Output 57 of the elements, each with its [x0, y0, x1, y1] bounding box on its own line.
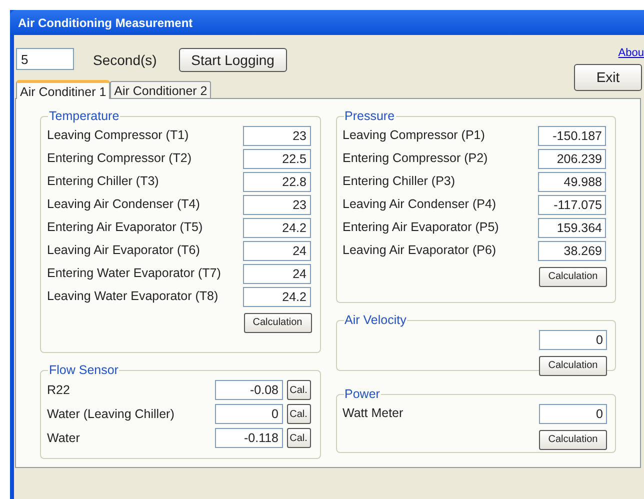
value-field[interactable]: 23: [242, 194, 310, 215]
exit-button[interactable]: Exit: [574, 64, 642, 91]
interval-field[interactable]: 5: [16, 48, 74, 70]
value-field[interactable]: 22.8: [242, 172, 310, 192]
tab[interactable]: Air Conditioner 2: [110, 81, 212, 98]
field-label: Leaving Compressor (P1): [342, 127, 485, 144]
calculation-button[interactable]: Calculation: [244, 312, 312, 333]
field-label: Leaving Compressor (T1): [47, 127, 189, 144]
field-label: Entering Compressor (T2): [47, 150, 192, 168]
value-field[interactable]: -117.075: [538, 194, 606, 215]
start-logging-button[interactable]: Start Logging: [178, 48, 287, 72]
tab[interactable]: Air Conditiner 1: [16, 80, 110, 99]
field-label: Entering Water Evaporator (T7): [47, 265, 221, 282]
value-field[interactable]: -150.187: [538, 126, 606, 146]
group-title: Temperature: [48, 108, 120, 125]
value-field[interactable]: 0: [539, 330, 607, 350]
value-field[interactable]: 22.5: [242, 148, 310, 169]
field-label: Leaving Water Evaporator (T8): [47, 288, 218, 306]
value-field[interactable]: 0: [214, 404, 282, 424]
field-label: Entering Air Evaporator (T5): [47, 219, 203, 236]
field-label: Leaving Air Condenser (P4): [342, 196, 496, 214]
cal-button[interactable]: Cal.: [286, 428, 310, 448]
value-field[interactable]: 23: [242, 126, 310, 146]
window-title: Air Conditioning Measurement: [18, 14, 193, 32]
value-field[interactable]: 206.239: [538, 148, 606, 169]
field-label: Leaving Air Evaporator (P6): [342, 242, 496, 260]
value-field[interactable]: 38.269: [538, 240, 606, 261]
group-title: Air Velocity: [344, 312, 408, 329]
calculation-button[interactable]: Calculation: [539, 356, 607, 376]
field-label: Entering Air Evaporator (P5): [342, 219, 499, 236]
group-title: Power: [344, 386, 381, 403]
cal-button[interactable]: Cal.: [286, 380, 310, 400]
field-label: Water: [47, 430, 80, 447]
field-label: Water (Leaving Chiller): [47, 406, 174, 423]
value-field[interactable]: 24.2: [242, 286, 310, 307]
field-label: Entering Chiller (P3): [342, 173, 456, 190]
value-field[interactable]: 0: [539, 404, 607, 424]
field-label: Watt Meter: [342, 405, 404, 422]
value-field[interactable]: 159.364: [538, 218, 606, 238]
group-title: Pressure: [344, 108, 396, 125]
field-label: Leaving Air Evaporator (T6): [47, 242, 200, 260]
calculation-button[interactable]: Calculation: [539, 430, 607, 450]
value-field[interactable]: -0.118: [214, 428, 282, 448]
field-label: Entering Chiller (T3): [47, 173, 159, 190]
value-field[interactable]: 49.988: [538, 172, 606, 192]
field-label: Leaving Air Condenser (T4): [47, 196, 200, 214]
value-field[interactable]: 24: [242, 264, 310, 284]
value-field[interactable]: 24.2: [242, 218, 310, 238]
group-title: Flow Sensor: [48, 362, 120, 379]
unit-label: Second(s): [93, 51, 157, 70]
value-field[interactable]: 24: [242, 240, 310, 261]
cal-button[interactable]: Cal.: [286, 404, 310, 424]
field-label: Entering Compressor (P2): [342, 150, 488, 168]
field-label: R22: [47, 382, 70, 399]
value-field[interactable]: -0.08: [214, 380, 282, 400]
calculation-button[interactable]: Calculation: [539, 266, 607, 287]
about-link[interactable]: Abou: [618, 45, 644, 62]
